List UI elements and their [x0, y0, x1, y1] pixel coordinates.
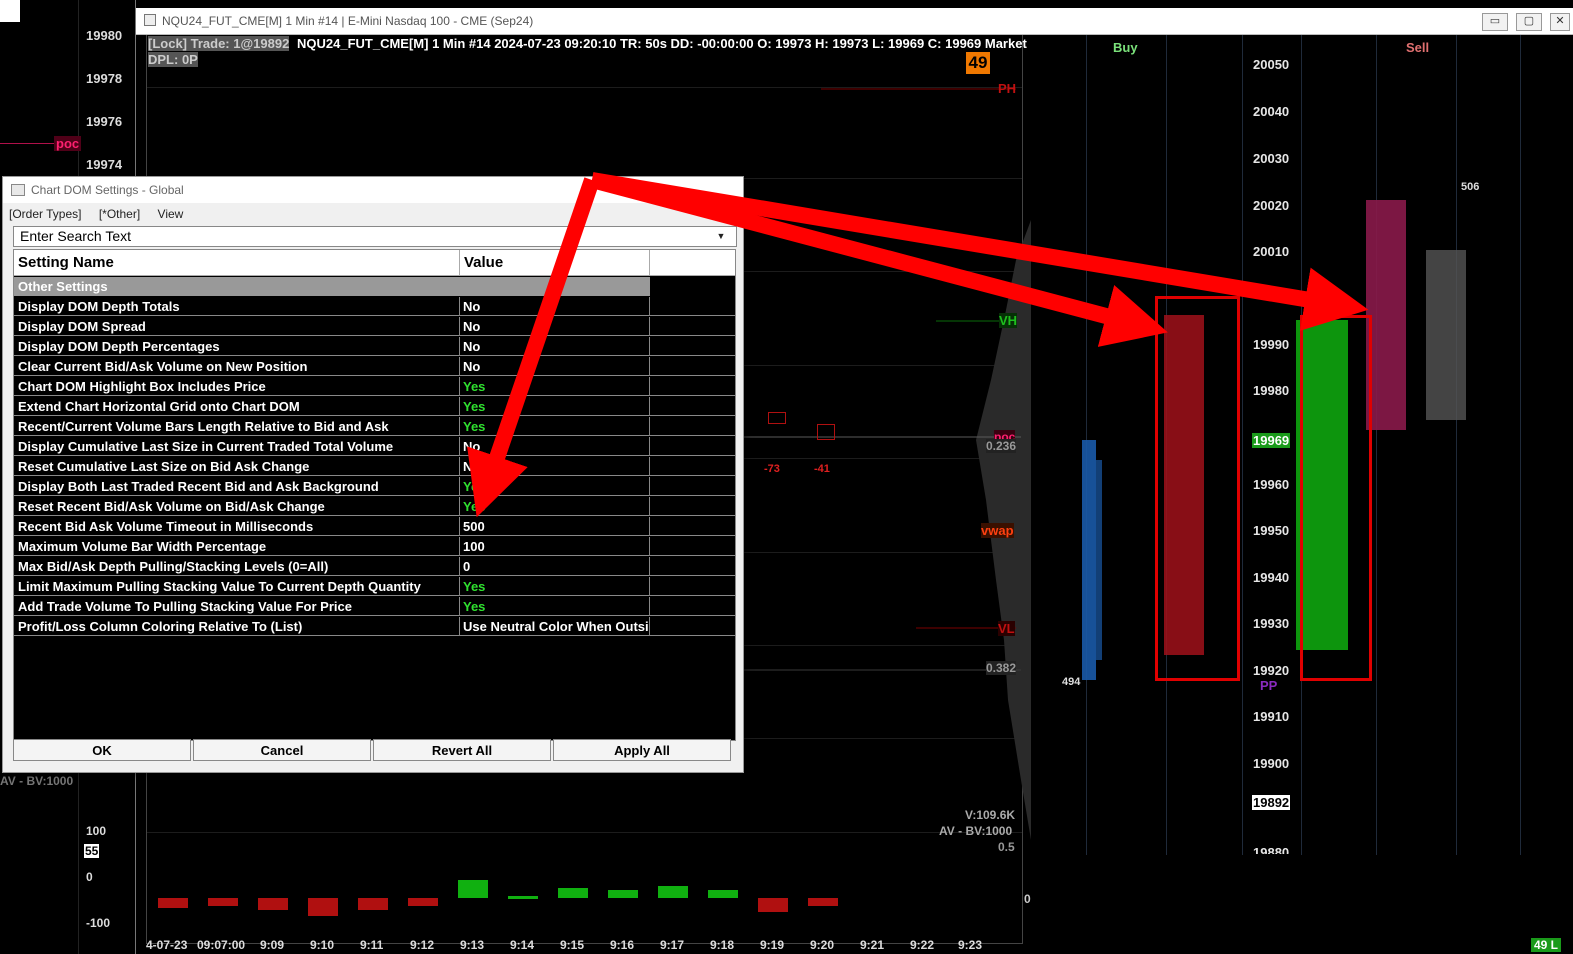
annotation-arrows [467, 172, 1369, 518]
